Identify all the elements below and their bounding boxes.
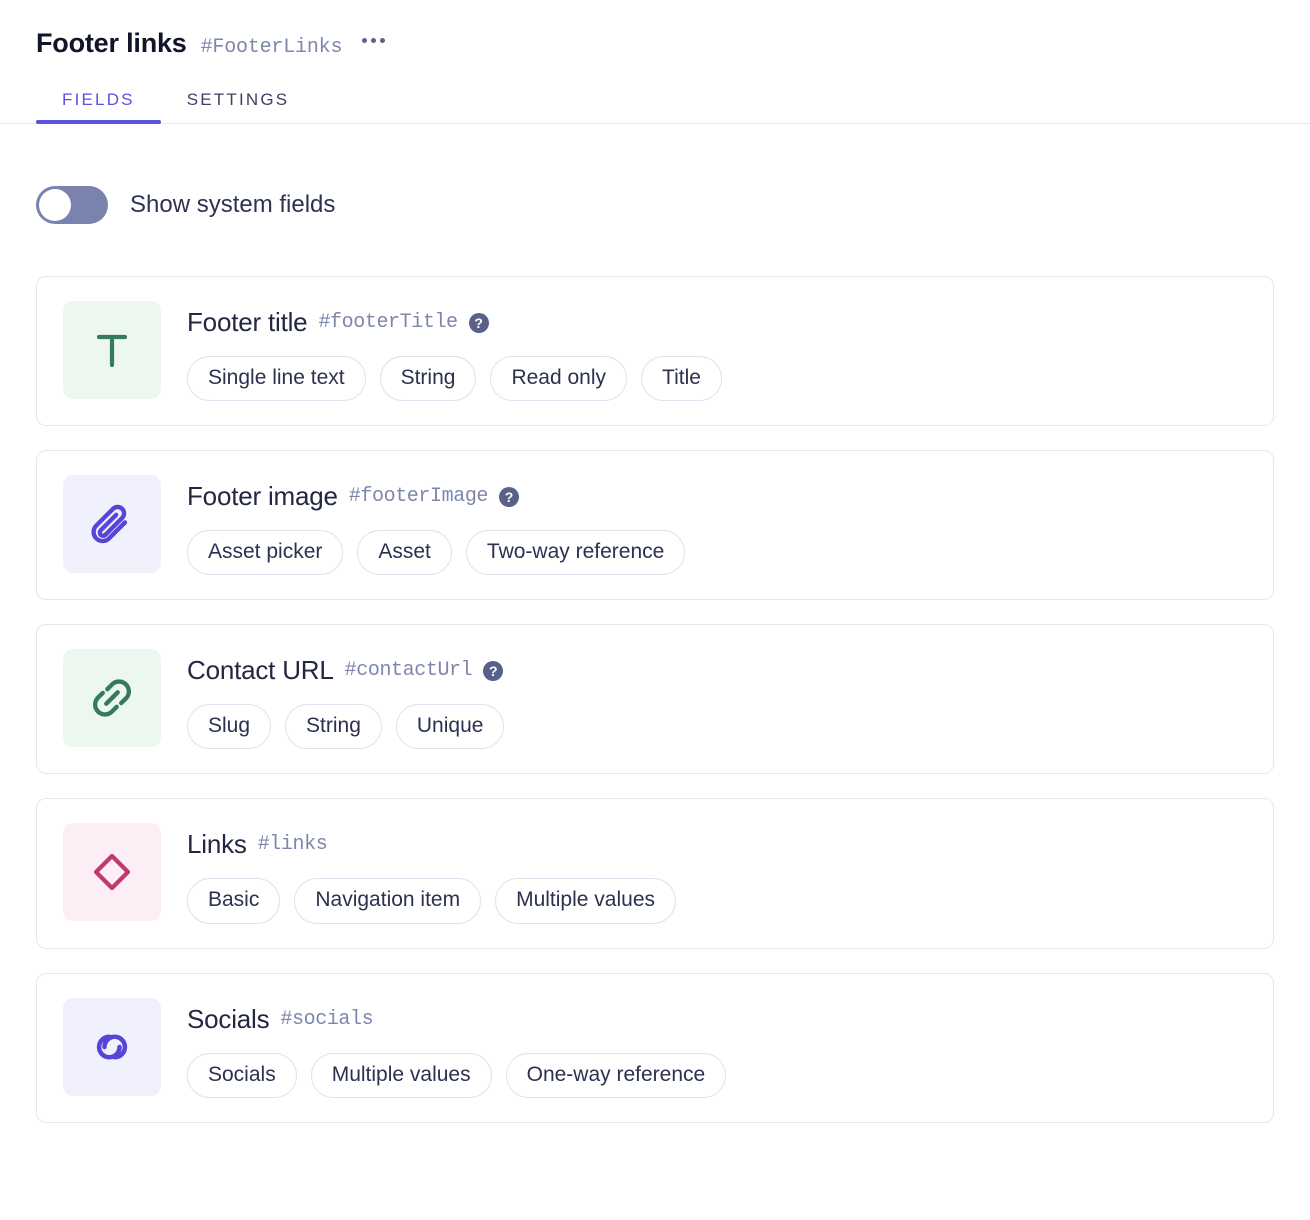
field-title-row: Socials #socials <box>187 1004 726 1035</box>
attribute-pill: Multiple values <box>311 1053 492 1098</box>
field-body: Contact URL #contactUrl? Slug String Unique <box>187 649 504 749</box>
attribute-pill: Multiple values <box>495 878 676 923</box>
kebab-dot <box>362 38 367 43</box>
attribute-pill: Two-way reference <box>466 530 685 575</box>
attribute-pill: One-way reference <box>506 1053 727 1098</box>
field-attribute-pills: Single line text String Read only Title <box>187 356 722 401</box>
show-system-fields-toggle[interactable] <box>36 186 108 224</box>
fields-list: Footer title #footerTitle? Single line tex… <box>0 276 1310 1123</box>
field-name: Footer title <box>187 307 307 338</box>
kebab-menu-icon[interactable] <box>360 34 387 47</box>
link-chain-icon <box>63 649 161 747</box>
field-title-row: Contact URL #contactUrl? <box>187 655 504 686</box>
attribute-pill: String <box>380 356 477 401</box>
diamond-icon <box>63 823 161 921</box>
field-api-id: #links <box>258 833 328 856</box>
field-attribute-pills: Socials Multiple values One-way reference <box>187 1053 726 1098</box>
page-title: Footer links <box>36 30 187 57</box>
field-body: Footer title #footerTitle? Single line tex… <box>187 301 722 401</box>
field-card[interactable]: Footer title #footerTitle? Single line tex… <box>36 276 1274 426</box>
tab-settings[interactable]: SETTINGS <box>161 90 316 124</box>
field-card[interactable]: Footer image#footerImage?Asset pickerAss… <box>36 450 1274 600</box>
field-body: Footer image#footerImage?Asset pickerAss… <box>187 475 685 575</box>
tab-fields[interactable]: FIELDS <box>36 90 161 124</box>
field-api-id: #socials <box>280 1008 373 1031</box>
text-field-icon <box>63 301 161 399</box>
attribute-pill: Basic <box>187 878 280 923</box>
field-name: Contact URL <box>187 655 334 686</box>
attribute-pill: Navigation item <box>294 878 481 923</box>
attribute-pill: Socials <box>187 1053 297 1098</box>
field-api-id: #footerTitle <box>318 311 457 334</box>
interlocking-circles-icon <box>63 998 161 1096</box>
field-name: Links <box>187 829 247 860</box>
field-name: Socials <box>187 1004 269 1035</box>
attribute-pill: Single line text <box>187 356 366 401</box>
field-api-id: #contactUrl <box>345 659 473 682</box>
attribute-pill: Slug <box>187 704 271 749</box>
page-header: Footer links #FooterLinks FIELDS SETTING… <box>0 0 1310 124</box>
paperclip-icon <box>63 475 161 573</box>
attribute-pill: Asset <box>357 530 452 575</box>
field-title-row: Footer image #footerImage? <box>187 481 685 512</box>
attribute-pill: Unique <box>396 704 505 749</box>
model-api-id: #FooterLinks <box>201 38 343 58</box>
help-icon[interactable]: ? <box>499 487 519 507</box>
attribute-pill: Asset picker <box>187 530 343 575</box>
attribute-pill: String <box>285 704 382 749</box>
field-attribute-pills: Slug String Unique <box>187 704 504 749</box>
tab-bar: FIELDS SETTINGS <box>36 90 1274 124</box>
help-icon[interactable]: ? <box>483 661 503 681</box>
show-system-fields-row: Show system fields <box>0 186 1310 224</box>
field-body: Links #links Basic Navigation item Multiple … <box>187 823 676 923</box>
field-title-row: Footer title #footerTitle? <box>187 307 722 338</box>
field-attribute-pills: Asset picker Asset Two-way reference <box>187 530 685 575</box>
field-card[interactable]: Socials #socials Socials Multiple values One… <box>36 973 1274 1123</box>
attribute-pill: Read only <box>490 356 627 401</box>
attribute-pill: Title <box>641 356 722 401</box>
toggle-knob <box>39 189 71 221</box>
title-row: Footer links #FooterLinks <box>36 30 1274 70</box>
show-system-fields-label: Show system fields <box>130 191 335 219</box>
help-icon[interactable]: ? <box>469 313 489 333</box>
field-name: Footer image <box>187 481 338 512</box>
field-api-id: #footerImage <box>349 485 488 508</box>
kebab-dot <box>380 38 385 43</box>
field-card[interactable]: Contact URL #contactUrl? Slug String Unique <box>36 624 1274 774</box>
field-attribute-pills: Basic Navigation item Multiple values <box>187 878 676 923</box>
kebab-dot <box>371 38 376 43</box>
field-card[interactable]: Links #links Basic Navigation item Multiple … <box>36 798 1274 948</box>
field-title-row: Links #links <box>187 829 676 860</box>
field-body: Socials #socials Socials Multiple values One… <box>187 998 726 1098</box>
